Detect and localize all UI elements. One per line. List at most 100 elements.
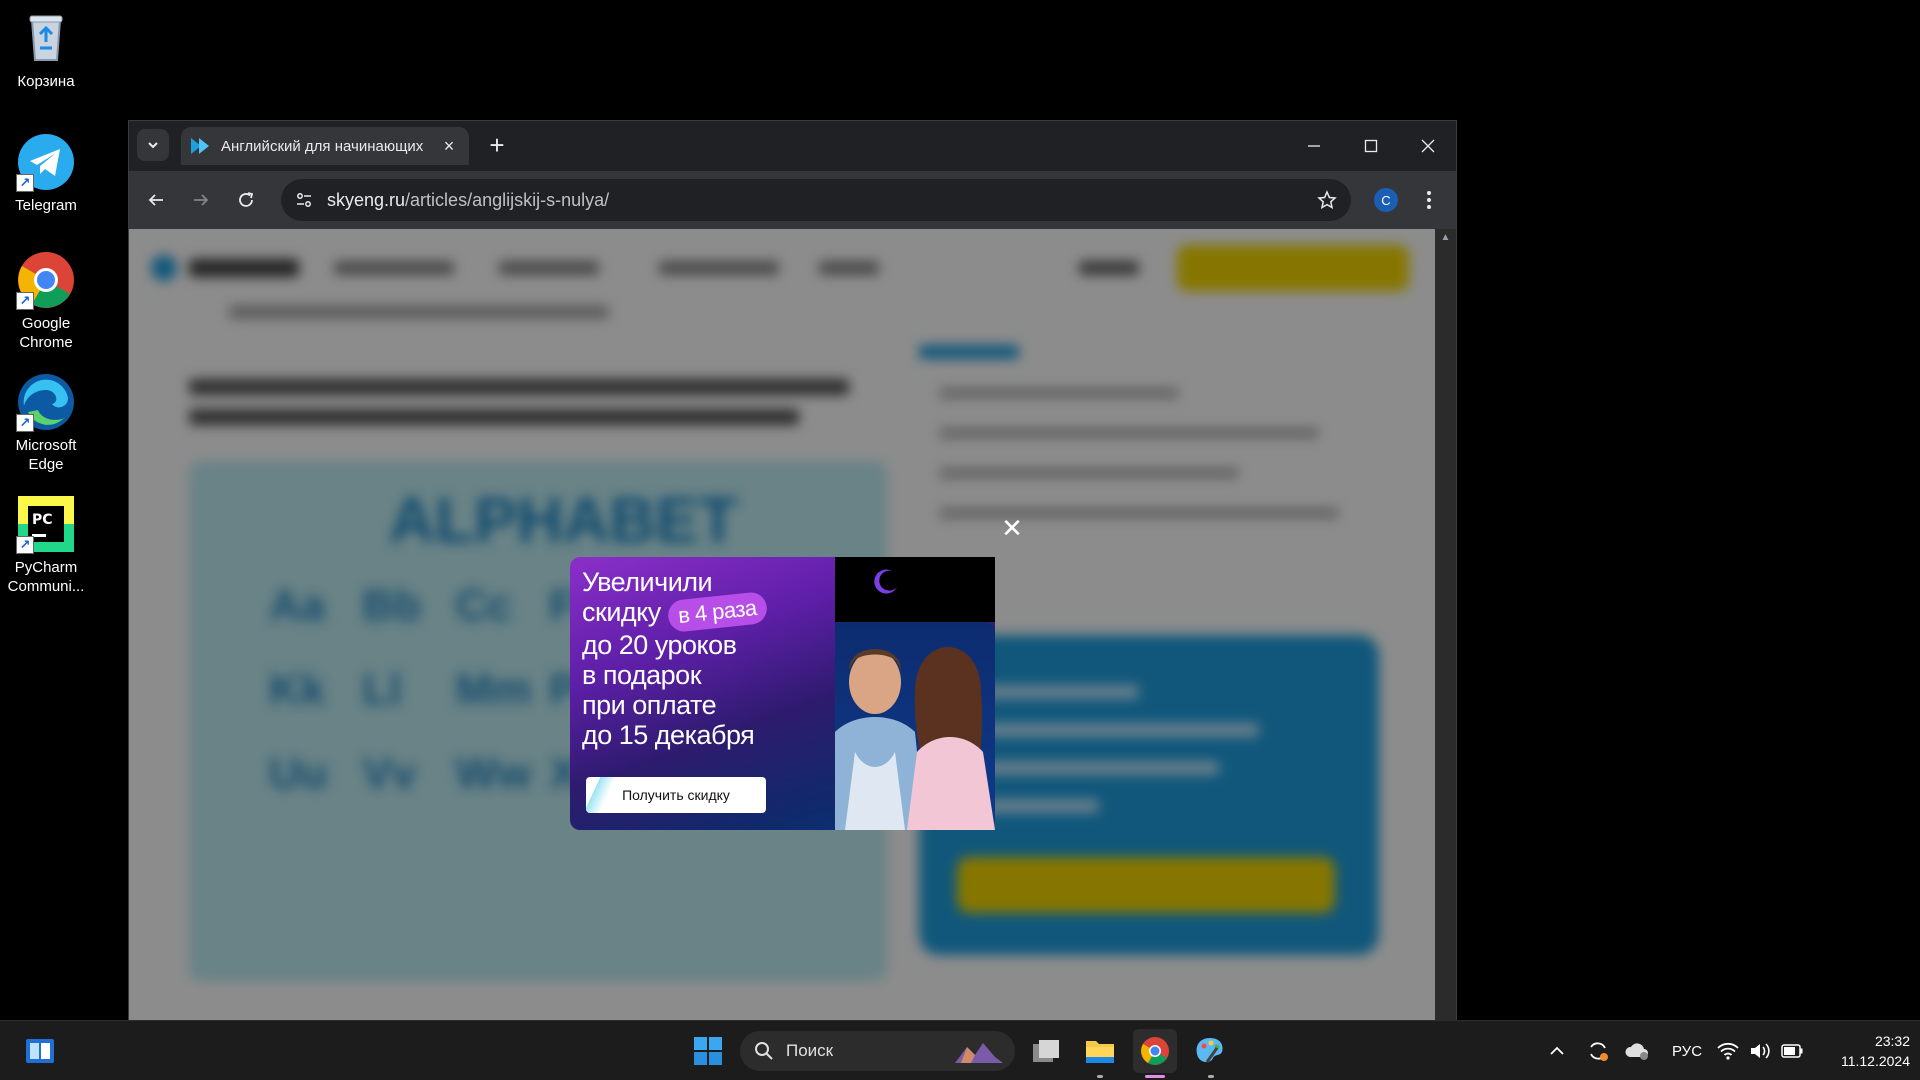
button-stripe [586,777,617,813]
banner-line: скидку [582,597,661,627]
scroll-up-icon[interactable]: ▲ [1435,229,1456,247]
tab-strip: Английский для начинающих × + [129,121,1456,171]
close-icon [1421,139,1434,153]
task-view-button[interactable] [1024,1029,1068,1073]
url-host: skyeng.ru [327,189,406,210]
banner-headline: Увеличили скидку в 4 раза до 20 уроков в… [582,567,832,750]
desktop-icon-label: PyCharm Communi... [7,559,85,595]
desktop-icon-pycharm[interactable]: PC ↗ PyCharm Communi... [6,494,86,596]
search-highlight-icon [955,1043,1003,1063]
maximize-icon [1364,139,1377,153]
kebab-menu-icon [1427,191,1431,209]
paint-icon [1196,1038,1223,1063]
banner-line-with-pill: скидку в 4 раза [582,590,832,634]
browser-toolbar: skyeng.ru/articles/anglijskij-s-nulya/ C [129,171,1456,229]
running-app-indicator [1097,1075,1103,1078]
widgets-icon [26,1039,54,1063]
task-view-icon [1033,1040,1059,1062]
tab-active[interactable]: Английский для начинающих × [181,127,469,165]
show-hidden-icons-button[interactable] [1535,1029,1579,1073]
folder-icon [1086,1041,1114,1063]
clock-time: 23:32 [1874,1033,1910,1049]
minimize-icon [1307,145,1320,147]
browser-menu-button[interactable] [1412,183,1446,217]
onedrive-tray-button[interactable] [1615,1029,1659,1073]
banner-line: при оплате [582,690,717,720]
desktop-icon-recycle-bin[interactable]: Корзина [6,8,86,91]
desktop-icon-google-chrome[interactable]: ↗ Google Chrome [6,250,86,352]
sync-tray-button[interactable] [1576,1029,1620,1073]
chrome-icon [1141,1037,1169,1065]
maximize-button[interactable] [1342,121,1399,171]
vertical-scrollbar[interactable]: ▲ [1435,229,1456,1021]
new-tab-button[interactable]: + [481,129,513,161]
discount-pill: в 4 раза [666,590,768,634]
chevron-up-icon [1550,1046,1564,1055]
promo-banner[interactable]: Увеличили скидку в 4 раза до 20 уроков в… [570,557,995,830]
pycharm-icon: PC ↗ [16,494,76,554]
popup-close-button[interactable]: ✕ [1000,513,1024,543]
sync-icon [1590,1042,1608,1061]
battery-icon [1781,1044,1803,1058]
start-button[interactable] [686,1029,730,1073]
reload-button[interactable] [229,183,263,217]
recycle-bin-icon [16,8,76,68]
url-text[interactable]: skyeng.ru/articles/anglijskij-s-nulya/ [327,190,1309,211]
back-button[interactable] [139,183,173,217]
get-discount-button[interactable]: Получить скидку [586,777,766,813]
banner-photo-area [825,622,995,830]
active-app-indicator [1145,1075,1165,1078]
telegram-icon: ↗ [16,132,76,192]
running-app-indicator [1208,1075,1214,1078]
banner-cutout [835,557,995,622]
reload-icon [239,192,254,207]
banner-line: до 15 декабря [582,720,755,750]
file-explorer-button[interactable] [1078,1029,1122,1073]
desktop-icon-label: Telegram [15,197,77,214]
network-tray-button[interactable] [1710,1029,1810,1073]
tab-close-icon[interactable]: × [439,136,459,156]
chrome-icon: ↗ [16,250,76,310]
svg-text:PC: PC [32,512,53,528]
desktop-icon-label: Корзина [17,73,75,90]
wifi-icon [1717,1042,1739,1060]
desktop-icon-microsoft-edge[interactable]: ↗ Microsoft Edge [6,372,86,474]
profile-avatar[interactable]: C [1374,188,1398,212]
banner-line: Увеличили [582,567,713,597]
language-indicator[interactable]: РУС [1672,1021,1702,1080]
paint-taskbar-button[interactable] [1188,1029,1232,1073]
minimize-button[interactable] [1285,121,1342,171]
address-bar[interactable]: skyeng.ru/articles/anglijskij-s-nulya/ [281,179,1351,221]
tab-title: Английский для начинающих [221,137,424,155]
desktop-icon-label: Google Chrome [19,315,73,351]
widgets-button[interactable] [18,1029,62,1073]
arrow-left-icon [148,194,163,206]
arrow-right-icon [194,194,209,206]
chevron-down-icon [148,142,158,149]
moon-icon [874,569,897,594]
forward-button[interactable] [184,183,218,217]
shortcut-arrow-icon: ↗ [16,414,34,432]
close-window-button[interactable] [1399,121,1456,171]
cloud-icon [1625,1043,1648,1060]
edge-icon: ↗ [16,372,76,432]
skyeng-favicon-icon [191,138,209,154]
get-discount-label: Получить скидку [622,787,730,803]
shortcut-arrow-icon: ↗ [16,536,34,554]
banner-line: до 20 уроков [582,630,737,660]
shortcut-arrow-icon: ↗ [16,292,34,310]
search-icon [755,1042,773,1060]
clock-date: 11.12.2024 [1840,1053,1910,1069]
desktop-icon-telegram[interactable]: ↗ Telegram [6,132,86,215]
site-info-icon[interactable] [289,185,319,215]
url-path: /articles/anglijskij-s-nulya/ [405,189,610,210]
taskbar-search[interactable]: Поиск [740,1031,1015,1071]
bookmark-star-icon[interactable] [1309,182,1345,218]
volume-icon [1751,1043,1770,1059]
tab-search-button[interactable] [137,129,169,161]
desktop-icon-label: Microsoft Edge [15,437,77,473]
clock[interactable]: 23:32 11.12.2024 [1820,1031,1910,1071]
windows-logo-icon [694,1037,722,1065]
chrome-taskbar-button[interactable] [1133,1029,1177,1073]
taskbar: Поиск РУС 23:32 11.12.2024 [0,1020,1920,1080]
